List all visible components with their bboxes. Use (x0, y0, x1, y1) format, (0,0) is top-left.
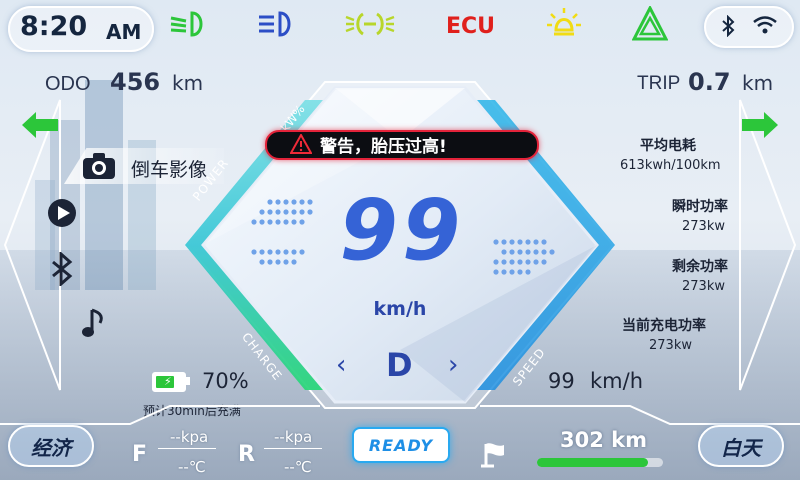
range-value: 302 km (560, 428, 647, 452)
instant-power-value: 273kw (682, 219, 725, 234)
ecu-warning: ECU (446, 14, 496, 39)
tire-rear-pressure: --kpa (274, 428, 313, 446)
position-light-icon (345, 12, 395, 36)
remaining-power-label: 剩余功率 (672, 259, 728, 275)
navigation-flag-icon[interactable] (480, 440, 508, 470)
clock-time: 8:20 (20, 11, 88, 42)
drive-mode-button[interactable]: 经济 (8, 425, 94, 467)
gear-next-button[interactable]: › (448, 350, 458, 380)
charging-power-label: 当前充电功率 (622, 318, 706, 334)
warning-text: 警告，胎压过高! (320, 137, 447, 157)
connectivity-pill[interactable] (704, 6, 794, 48)
bluetooth-media-icon[interactable] (50, 252, 74, 286)
hazard-icon (632, 6, 668, 41)
tire-rear-temp: --℃ (284, 458, 312, 476)
warning-triangle-icon (290, 134, 312, 154)
speed-dots-right (493, 239, 555, 275)
battery-icon: ⚡ (152, 372, 186, 392)
high-beam-icon (259, 11, 291, 37)
low-beam-icon (170, 11, 203, 37)
avg-consumption-value: 613kwh/100km (620, 158, 721, 173)
trip-label: TRIP (637, 73, 681, 94)
tire-rear-letter: R (238, 442, 255, 467)
gear-prev-button[interactable]: ‹ (336, 350, 346, 380)
music-icon[interactable] (80, 305, 108, 339)
play-icon[interactable] (47, 198, 77, 228)
bluetooth-icon (722, 15, 735, 37)
day-mode-button[interactable]: 白天 (698, 425, 784, 467)
battery-percent: 70% (202, 369, 249, 393)
ready-indicator: READY (352, 427, 450, 463)
speed-readout-value: 99 (548, 369, 575, 393)
remaining-power-value: 273kw (682, 279, 725, 294)
range-bar-fill (537, 458, 648, 467)
wifi-icon (753, 16, 777, 34)
charging-power-value: 273kw (649, 338, 692, 353)
odo-label: ODO (45, 73, 91, 95)
tire-front-pressure: --kpa (170, 428, 209, 446)
range-bar (537, 458, 663, 467)
bottom-divider (0, 405, 800, 425)
left-turn-signal-icon (22, 112, 58, 138)
avg-consumption-label: 平均电耗 (640, 138, 696, 154)
gear-indicator: D (386, 346, 413, 384)
system-warning-icon (547, 8, 581, 36)
trip-unit: km (742, 71, 774, 95)
trip-value: 0.7 (688, 68, 731, 96)
camera-icon (83, 153, 115, 179)
speed-dots-left (251, 199, 313, 265)
clock-ampm: AM (106, 20, 142, 44)
speed-readout-unit: km/h (590, 369, 644, 393)
tire-front-letter: F (132, 442, 148, 467)
speed-value: 99 (339, 181, 465, 279)
left-panel-frame (3, 99, 61, 391)
battery-terminal (186, 377, 190, 385)
instant-power-label: 瞬时功率 (672, 199, 728, 215)
odo-value: 456 (110, 68, 161, 96)
tire-rear-divider (264, 448, 322, 449)
speed-unit: km/h (373, 298, 427, 320)
tire-front-divider (158, 448, 216, 449)
tire-front-temp: --℃ (178, 458, 206, 476)
right-turn-signal-icon (742, 112, 778, 138)
